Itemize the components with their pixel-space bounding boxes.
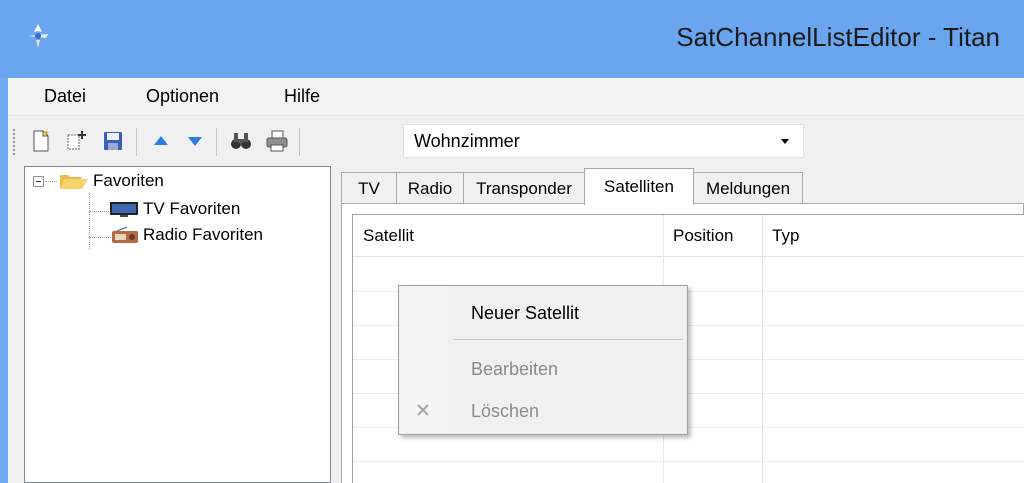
- find-icon[interactable]: [226, 126, 256, 156]
- profile-select[interactable]: Wohnzimmer: [403, 124, 804, 158]
- app-window: SatChannelListEditor - Titan Datei Optio…: [0, 0, 1024, 483]
- print-icon[interactable]: [262, 126, 292, 156]
- tree-item-label: Favoriten: [93, 171, 164, 190]
- toolbar-separator: [216, 128, 217, 156]
- app-icon[interactable]: [24, 22, 52, 50]
- column-header-typ[interactable]: Typ: [762, 215, 1022, 257]
- menu-item-label: Löschen: [471, 401, 540, 421]
- tree-connector: [45, 181, 57, 182]
- tree-item-favoriten[interactable]: Favoriten: [59, 169, 164, 193]
- tab-satelliten[interactable]: Satelliten: [584, 168, 694, 205]
- menu-bar: Datei Optionen Hilfe: [8, 78, 1024, 116]
- toolbar-grip[interactable]: [12, 128, 16, 156]
- menu-datei[interactable]: Datei: [44, 86, 86, 107]
- menu-item-neuer-satellit[interactable]: Neuer Satellit: [399, 294, 687, 330]
- new-item-icon[interactable]: [62, 126, 92, 156]
- favorites-tree[interactable]: Favoriten TV Favoriten Radio Favoriten: [24, 166, 331, 483]
- context-menu-separator: [453, 339, 683, 340]
- context-menu: Neuer Satellit Bearbeiten Löschen: [398, 285, 688, 435]
- toolbar-separator: [299, 128, 300, 156]
- tab-tv[interactable]: TV: [341, 172, 397, 204]
- toolbar-separator: [136, 128, 137, 156]
- menu-item-label: Neuer Satellit: [471, 303, 580, 323]
- column-divider: [762, 215, 763, 483]
- menu-hilfe[interactable]: Hilfe: [284, 86, 320, 107]
- tree-connector: [89, 193, 90, 249]
- tree-connector: [89, 237, 111, 238]
- move-down-icon[interactable]: [180, 126, 210, 156]
- tree-item-tv-favoriten[interactable]: TV Favoriten: [109, 197, 240, 221]
- menu-item-loeschen[interactable]: Löschen: [399, 392, 687, 428]
- column-header-position[interactable]: Position: [663, 215, 762, 257]
- tab-meldungen[interactable]: Meldungen: [693, 172, 803, 204]
- tree-item-radio-favoriten[interactable]: Radio Favoriten: [109, 223, 263, 247]
- tree-item-label: Radio Favoriten: [143, 225, 264, 244]
- profile-select-value: Wohnzimmer: [414, 131, 520, 151]
- radio-icon: [112, 226, 138, 243]
- collapse-toggle[interactable]: [33, 176, 44, 187]
- menu-item-bearbeiten[interactable]: Bearbeiten: [399, 350, 687, 386]
- grid-header: Satellit Position Typ: [353, 215, 1024, 257]
- move-up-icon[interactable]: [146, 126, 176, 156]
- tab-transponder[interactable]: Transponder: [463, 172, 585, 204]
- tree-connector: [89, 211, 111, 212]
- column-header-satellit[interactable]: Satellit: [353, 215, 663, 257]
- grid-row-line: [353, 461, 1024, 462]
- chevron-down-icon[interactable]: [781, 139, 789, 144]
- delete-x-icon: [417, 404, 429, 416]
- new-document-icon[interactable]: [26, 126, 56, 156]
- menu-optionen[interactable]: Optionen: [146, 86, 219, 107]
- tab-radio[interactable]: Radio: [396, 172, 464, 204]
- folder-open-icon: [60, 175, 88, 189]
- tv-icon: [110, 202, 138, 217]
- title-bar[interactable]: SatChannelListEditor - Titan: [0, 0, 1024, 78]
- tree-item-label: TV Favoriten: [143, 199, 241, 218]
- save-icon[interactable]: [98, 126, 128, 156]
- window-title: SatChannelListEditor - Titan: [676, 22, 1000, 52]
- tab-strip: TV Radio Transponder Satelliten Meldunge…: [341, 168, 1024, 205]
- toolbar: Wohnzimmer: [8, 116, 1024, 166]
- menu-item-label: Bearbeiten: [471, 359, 559, 379]
